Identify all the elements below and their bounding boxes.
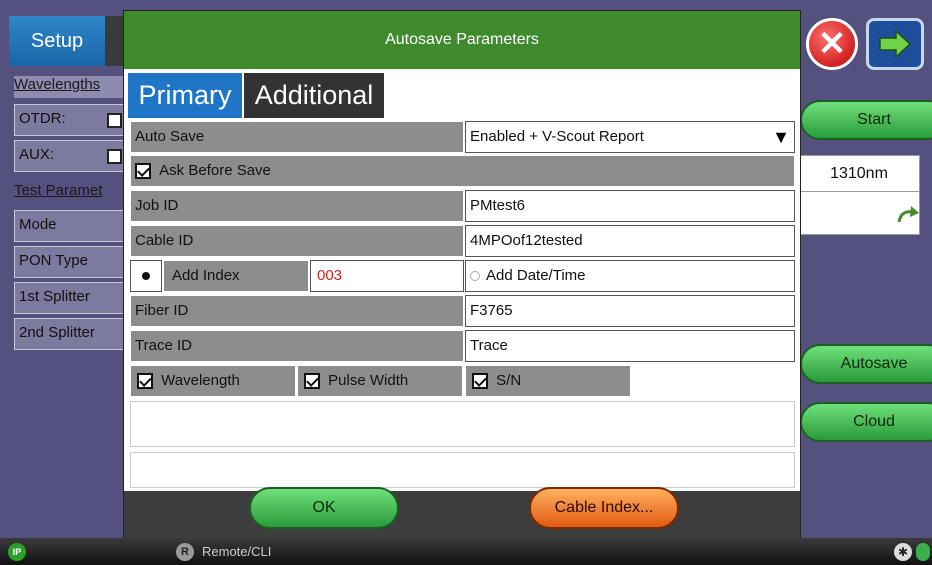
ask-before-save-row[interactable]: Ask Before Save <box>130 155 795 187</box>
left-item-1st-splitter[interactable]: 1st Splitter <box>14 282 130 314</box>
job-id-label: Job ID <box>130 190 464 222</box>
next-arrow-icon[interactable] <box>866 18 924 70</box>
left-item-2nd-splitter[interactable]: 2nd Splitter <box>14 318 130 350</box>
pulse-width-checkbox[interactable] <box>304 373 320 390</box>
test-params-header: Test Paramet <box>14 182 130 204</box>
wavelengths-header: Wavelengths <box>14 76 130 98</box>
tab-additional[interactable]: Additional <box>244 73 384 118</box>
power-status-icon <box>916 543 930 561</box>
pulse-width-option-label: Pulse Width <box>328 372 409 389</box>
add-index-radio[interactable] <box>130 260 162 292</box>
wavelength-option[interactable]: Wavelength <box>130 365 296 397</box>
otdr-row: OTDR: <box>14 104 130 136</box>
cable-id-field[interactable]: 4MPOof12tested <box>465 225 795 257</box>
cable-id-label: Cable ID <box>130 225 464 257</box>
cable-index-button[interactable]: Cable Index... <box>529 487 679 529</box>
sn-option[interactable]: S/N <box>465 365 631 397</box>
aux-label: AUX: <box>19 146 55 163</box>
bluetooth-icon: ✱ <box>894 543 912 561</box>
auto-save-select[interactable]: Enabled + V-Scout Report ▼ <box>465 121 795 153</box>
add-datetime-label: Add Date/Time <box>486 267 586 284</box>
remote-status-icon: R <box>176 543 194 561</box>
autosave-button[interactable]: Autosave <box>800 344 932 384</box>
otdr-label: OTDR: <box>19 110 66 127</box>
wavelength-option-label: Wavelength <box>161 372 240 389</box>
add-index-field[interactable]: 003 <box>310 260 464 292</box>
otdr-checkbox[interactable] <box>107 113 122 128</box>
left-item-pon-type[interactable]: PON Type <box>14 246 130 278</box>
form-area: Auto Save Enabled + V-Scout Report ▼ Ask… <box>124 118 800 491</box>
empty-panel-bottom <box>130 452 795 488</box>
left-item-mode[interactable]: Mode <box>14 210 130 242</box>
sn-option-label: S/N <box>496 372 522 389</box>
aux-checkbox[interactable] <box>107 149 122 164</box>
ask-before-save-checkbox[interactable] <box>135 163 151 180</box>
sn-checkbox[interactable] <box>472 373 488 390</box>
dropdown-arrow-icon: ▼ <box>772 127 790 147</box>
radio-dot-icon <box>142 272 150 280</box>
status-bar: IP R Remote/CLI ✱ <box>0 538 932 565</box>
wavelength-checkbox[interactable] <box>137 373 153 390</box>
fiber-id-field[interactable]: F3765 <box>465 295 795 327</box>
dialog-tabstrip: Primary Additional <box>124 69 800 118</box>
fiber-id-label: Fiber ID <box>130 295 464 327</box>
dialog-footer <box>124 491 800 538</box>
refresh-arrow-icon[interactable] <box>895 204 921 228</box>
start-button[interactable]: Start <box>800 100 932 140</box>
autosave-dialog: Autosave Parameters Primary Additional A… <box>123 10 801 538</box>
auto-save-label: Auto Save <box>130 121 464 153</box>
job-id-field[interactable]: PMtest6 <box>465 190 795 222</box>
close-icon[interactable]: ✕ <box>806 18 858 70</box>
cloud-button[interactable]: Cloud <box>800 402 932 442</box>
pulse-width-option[interactable]: Pulse Width <box>297 365 463 397</box>
ok-button[interactable]: OK <box>249 487 399 529</box>
ip-status-icon: IP <box>8 543 26 561</box>
wavelength-value: 1310nm <box>799 156 919 192</box>
wavelengths-label: Wavelengths <box>14 76 101 93</box>
setup-tab[interactable]: Setup <box>9 16 105 66</box>
add-datetime-option[interactable]: Add Date/Time <box>465 260 795 292</box>
ask-before-save-label: Ask Before Save <box>159 162 271 179</box>
auto-save-value: Enabled + V-Scout Report <box>470 128 644 145</box>
dialog-title: Autosave Parameters <box>124 11 800 69</box>
add-index-label: Add Index <box>163 260 309 292</box>
test-params-label: Test Paramet <box>14 182 103 199</box>
wavelength-panel: 1310nm <box>798 155 920 235</box>
remote-cli-label: Remote/CLI <box>202 544 272 559</box>
trace-id-field[interactable]: Trace <box>465 330 795 362</box>
trace-id-label: Trace ID <box>130 330 464 362</box>
tab-primary[interactable]: Primary <box>128 73 242 118</box>
add-datetime-radio[interactable] <box>470 271 480 282</box>
empty-panel <box>130 401 795 447</box>
aux-row: AUX: <box>14 140 130 172</box>
